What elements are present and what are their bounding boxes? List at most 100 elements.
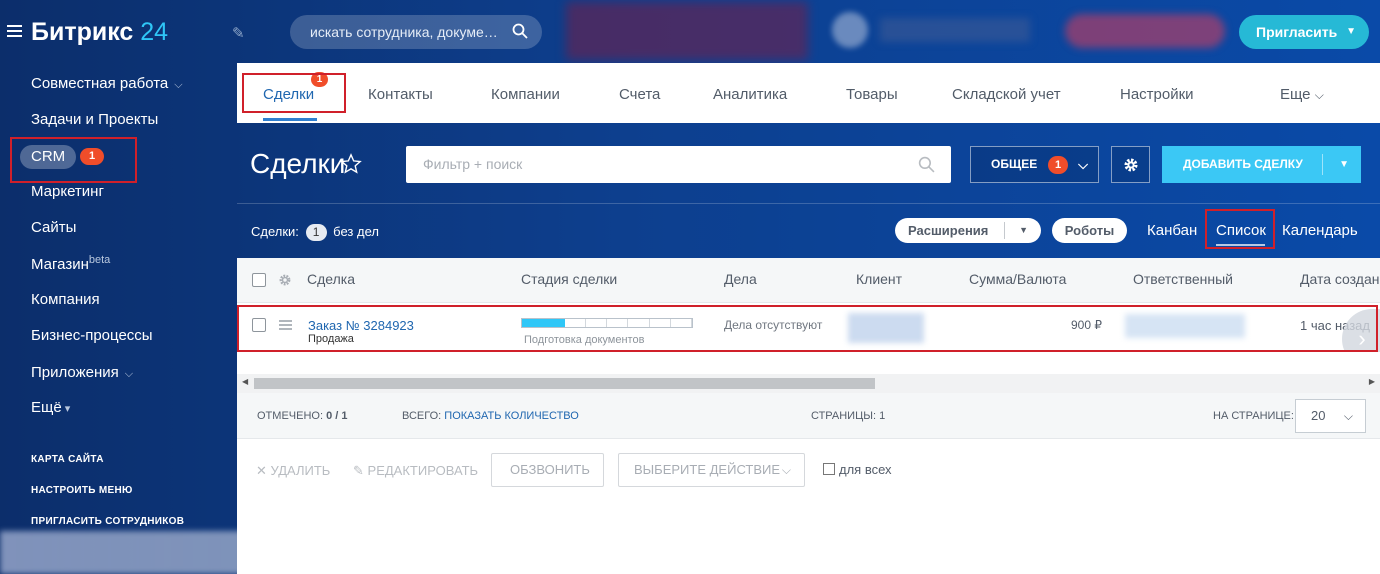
marked-label: ОТМЕЧЕНО: [257,410,323,422]
extensions-button[interactable]: Расширения ▼ [895,218,1041,243]
tab-more-label: Еще [1280,86,1311,103]
configure-menu-link[interactable]: НАСТРОИТЬ МЕНЮ [31,485,133,496]
select-action-dropdown[interactable]: ВЫБЕРИТЕ ДЕЙСТВИЕ ⌵ [618,453,805,487]
button-divider [1004,222,1005,239]
view-kanban[interactable]: Канбан [1147,222,1197,239]
list-view-highlight-box [1205,209,1275,249]
page-number[interactable]: 1 [879,410,885,422]
column-header-client[interactable]: Клиент [856,271,902,287]
gear-icon [1124,158,1138,172]
blurred-footer [0,531,244,574]
deals-tab-highlight-box [242,73,346,113]
total-label: ВСЕГО: [402,410,442,422]
sidebar-item-label: Приложения [31,364,119,381]
tab-settings[interactable]: Настройки [1120,86,1194,103]
tab-invoices[interactable]: Счета [619,86,660,103]
call-button[interactable]: ОБЗВОНИТЬ [491,453,604,487]
menu-icon[interactable] [7,25,22,37]
chevron-down-icon: ⌵ [1078,157,1088,172]
general-badge: 1 [1048,156,1068,174]
global-search-input[interactable]: искать сотрудника, документ, прочее... [290,15,542,49]
view-calendar[interactable]: Календарь [1282,222,1358,239]
grid-footer: ОТМЕЧЕНО: 0 / 1 ВСЕГО: ПОКАЗАТЬ КОЛИЧЕСТ… [237,393,1380,439]
sidebar-item-company[interactable]: Компания [31,291,100,308]
chevron-down-icon: ⌵ [174,79,183,91]
show-count-link[interactable]: ПОКАЗАТЬ КОЛИЧЕСТВО [444,410,579,422]
sidebar-item-label: Ещё [31,399,62,416]
sidebar-item-shop[interactable]: Магазинbeta [31,254,110,273]
delete-button[interactable]: ✕ УДАЛИТЬ [256,463,330,479]
tab-contacts[interactable]: Контакты [368,86,433,103]
divider [237,203,1380,204]
chevron-down-icon: ▾ [64,403,71,415]
column-header-stage[interactable]: Стадия сделки [521,271,617,287]
for-all-checkbox[interactable]: для всех [823,462,892,477]
star-icon[interactable] [340,153,362,175]
sidebar-item-collaboration[interactable]: Совместная работа ⌵ [31,75,183,92]
scrollbar-thumb[interactable] [254,378,875,389]
select-action-label: ВЫБЕРИТЕ ДЕЙСТВИЕ [634,462,781,477]
search-icon[interactable] [918,156,935,173]
deals-counter-value[interactable]: 1 [305,224,327,241]
chevron-down-icon: ⌵ [1343,409,1353,423]
per-page-select[interactable]: 20 ⌵ [1295,399,1366,433]
add-deal-button[interactable]: ДОБАВИТЬ СДЕЛКУ ▼ [1162,146,1361,183]
robots-button[interactable]: Роботы [1052,218,1127,243]
marked-value: 0 / 1 [326,410,348,422]
blurred-avatar [832,12,868,48]
general-category-button[interactable]: ОБЩЕЕ 1 ⌵ [970,146,1099,183]
sidebar-item-more[interactable]: Ещё ▾ [31,399,70,416]
invite-button[interactable]: Пригласить ▼ [1239,15,1369,49]
gear-icon[interactable] [278,273,292,287]
blurred-button [1065,14,1225,48]
select-all-checkbox[interactable] [252,273,266,287]
pages-count: СТРАНИЦЫ: 1 [811,410,885,422]
checkbox[interactable] [823,463,835,475]
edit-button[interactable]: ✎ РЕДАКТИРОВАТЬ [353,463,478,479]
invite-employees-link[interactable]: ПРИГЛАСИТЬ СОТРУДНИКОВ [31,516,184,527]
sidebar-item-marketing[interactable]: Маркетинг [31,183,104,200]
column-header-activities[interactable]: Дела [724,271,757,287]
logo-number: 24 [140,18,169,46]
filter-search-input[interactable]: Фильтр + поиск [406,146,951,183]
sidebar-item-business-processes[interactable]: Бизнес-процессы [31,327,153,344]
pencil-icon: ✎ [353,463,364,478]
caret-down-icon[interactable]: ▼ [1339,146,1349,183]
column-header-responsible[interactable]: Ответственный [1133,271,1233,287]
sidebar-item-label: Магазин [31,256,89,273]
search-placeholder: искать сотрудника, документ, прочее... [310,24,500,40]
scroll-left-arrow-icon[interactable]: ◀ [242,377,248,386]
sidebar-item-applications[interactable]: Приложения ⌵ [31,364,133,381]
chevron-down-icon: ⌵ [1314,88,1324,102]
horizontal-scrollbar[interactable]: ◀ ▶ [237,374,1380,393]
tab-inventory[interactable]: Складской учет [952,86,1061,103]
chevron-down-icon: ⌵ [781,463,791,477]
close-icon: ✕ [256,463,267,478]
scroll-right-arrow-icon[interactable]: ▶ [1369,377,1375,386]
tab-more[interactable]: Еще ⌵ [1280,86,1324,103]
logo[interactable]: Битрикс 24 [31,18,168,47]
sidebar-item-sites[interactable]: Сайты [31,219,76,236]
tab-products[interactable]: Товары [846,86,898,103]
tab-companies[interactable]: Компании [491,86,560,103]
total-count: ВСЕГО: ПОКАЗАТЬ КОЛИЧЕСТВО [402,410,579,422]
logo-text: Битрикс [31,18,134,46]
column-header-amount[interactable]: Сумма/Валюта [969,271,1066,287]
search-icon[interactable] [512,23,528,39]
settings-button[interactable] [1111,146,1150,183]
sidebar-item-tasks[interactable]: Задачи и Проекты [31,111,158,128]
caret-down-icon: ▼ [1346,26,1356,37]
tab-analytics[interactable]: Аналитика [713,86,787,103]
per-page-label: НА СТРАНИЦЕ: [1213,410,1294,422]
caret-down-icon[interactable]: ▼ [1019,218,1028,243]
deals-counter-label: Сделки: [251,224,299,239]
top-bar: Битрикс 24 ✎ искать сотрудника, документ… [0,0,1380,63]
grid-spacer [237,352,1380,374]
column-header-created[interactable]: Дата создания [1300,271,1380,287]
sidebar-item-label: Совместная работа [31,75,169,92]
deal-row-highlight-box [237,305,1378,352]
pencil-icon[interactable]: ✎ [232,24,245,42]
for-all-label: для всех [839,462,892,477]
column-header-deal[interactable]: Сделка [307,271,355,287]
sitemap-link[interactable]: КАРТА САЙТА [31,454,104,465]
